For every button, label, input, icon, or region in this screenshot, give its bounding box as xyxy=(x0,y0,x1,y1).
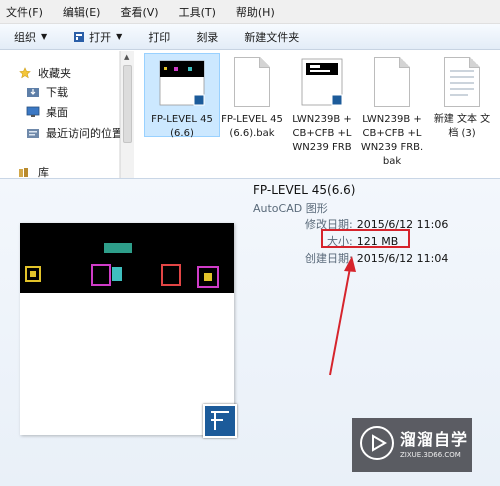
play-logo-icon xyxy=(360,426,394,460)
watermark: 溜溜自学 ZIXUE.3D66.COM xyxy=(352,418,472,472)
watermark-name: 溜溜自学 xyxy=(400,430,469,449)
annotation-arrow xyxy=(329,256,356,376)
watermark-url: ZIXUE.3D66.COM xyxy=(400,451,461,459)
